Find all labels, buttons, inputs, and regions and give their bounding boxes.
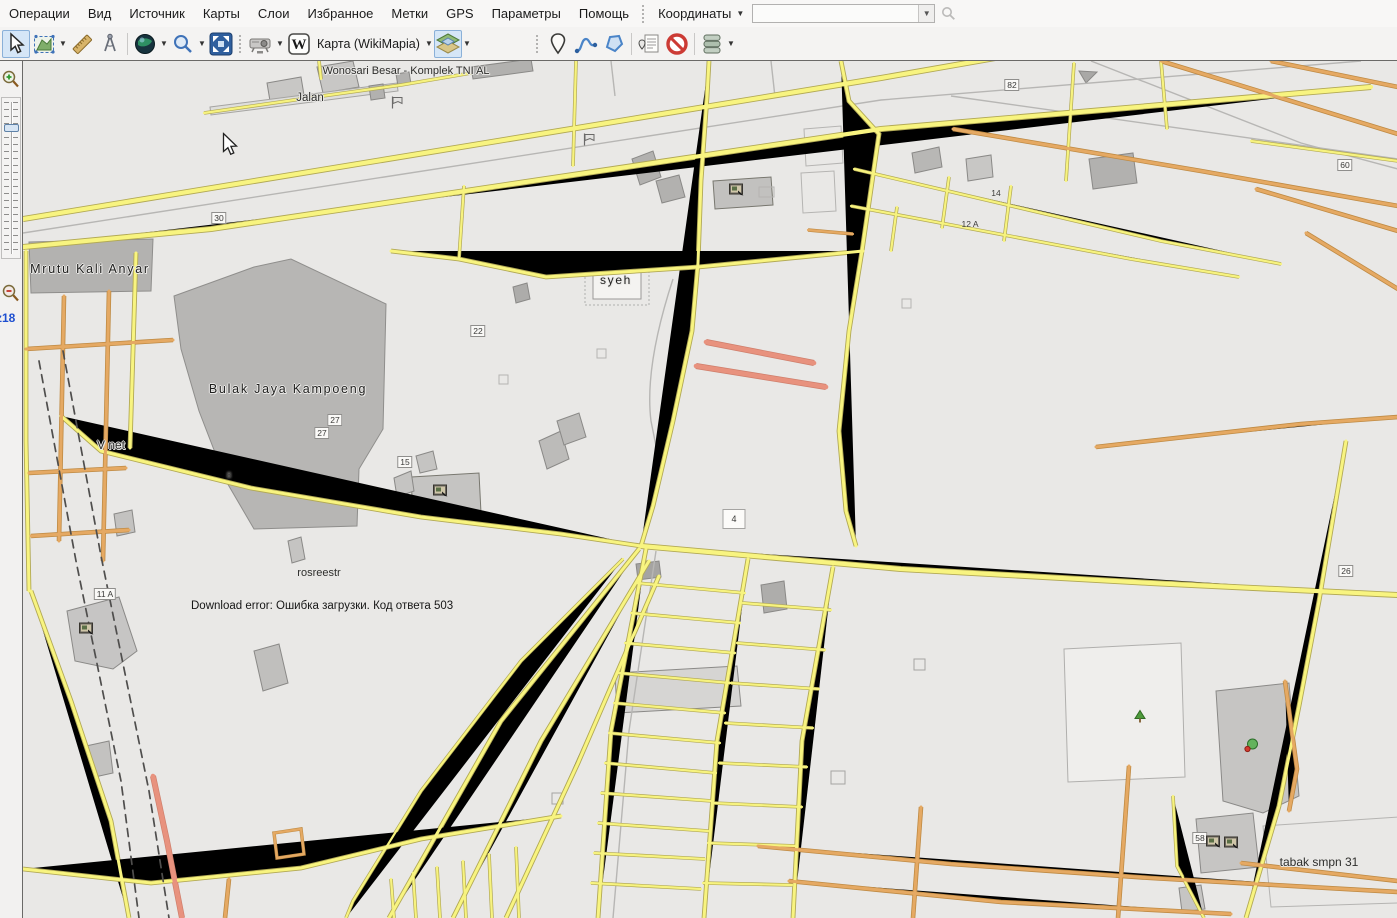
menu-operations[interactable]: Операции: [0, 1, 79, 26]
map-canvas[interactable]: Wonosari Besar - Komplek TNI ALJalanMrut…: [22, 61, 1397, 918]
select-cursor-button[interactable]: [2, 30, 30, 58]
cache-download-button[interactable]: [698, 30, 726, 58]
zoom-in-icon[interactable]: [1, 69, 21, 91]
green-pin-icon[interactable]: [1244, 738, 1259, 758]
search-icon[interactable]: [941, 6, 956, 21]
menu-help[interactable]: Помощь: [570, 1, 638, 26]
map-base-layer: [23, 61, 1397, 918]
gps-dropdown-arrow[interactable]: ▼: [275, 39, 285, 48]
database-icon: [700, 32, 724, 56]
map-roads: [23, 61, 1397, 918]
flag-icon[interactable]: [582, 133, 596, 152]
layers-icon: [435, 32, 461, 56]
polygon-icon: [602, 32, 626, 56]
map-roads: [23, 61, 1397, 918]
toolbar-grip[interactable]: [536, 35, 540, 53]
toolbar-separator: [631, 33, 632, 55]
zoom-slider[interactable]: [1, 97, 21, 259]
coordinates-label: Координаты: [658, 6, 731, 21]
main-toolbar: ▼ ▼ ▼: [0, 27, 1397, 60]
camera-icon[interactable]: [1206, 835, 1222, 854]
slider-handle[interactable]: [4, 124, 19, 132]
layers-button[interactable]: [434, 30, 462, 58]
menu-favorites[interactable]: Избранное: [299, 1, 383, 26]
placemark-manager-button[interactable]: [635, 30, 663, 58]
globe-button[interactable]: [131, 30, 159, 58]
add-polygon-button[interactable]: [600, 30, 628, 58]
camera-icon[interactable]: [729, 183, 745, 202]
compass-button[interactable]: [96, 30, 124, 58]
menu-source[interactable]: Источник: [120, 1, 194, 26]
toolbar-separator: [694, 33, 695, 55]
tree-icon[interactable]: [1134, 710, 1146, 729]
selection-dropdown-arrow[interactable]: ▼: [58, 39, 68, 48]
placemark-list-icon: [637, 32, 661, 56]
camera-icon[interactable]: [79, 622, 95, 641]
coordinates-dropdown[interactable]: Координаты ▼: [650, 2, 752, 25]
fullscreen-icon: [209, 32, 233, 56]
active-map-label: Карта (WikiMapia): [313, 37, 424, 51]
ruler-button[interactable]: [68, 30, 96, 58]
toolbar-grip[interactable]: [642, 5, 646, 23]
wikipedia-w-icon: W: [287, 32, 311, 56]
map-gray-paths: [23, 61, 1397, 918]
menu-bar: Операции Вид Источник Карты Слои Избранн…: [0, 0, 1397, 27]
add-placemark-button[interactable]: [544, 30, 572, 58]
combobox-arrow-icon[interactable]: ▼: [918, 5, 934, 22]
map-dropdown-arrow[interactable]: ▼: [424, 39, 434, 48]
zoom-dropdown-arrow[interactable]: ▼: [197, 39, 207, 48]
globe-icon: [133, 32, 157, 56]
zoom-tool-button[interactable]: [169, 30, 197, 58]
globe-dropdown-arrow[interactable]: ▼: [159, 39, 169, 48]
placemark-pin-icon: [547, 32, 569, 56]
camera-icon[interactable]: [1224, 836, 1240, 855]
chevron-down-icon: ▼: [736, 10, 744, 18]
menu-gps[interactable]: GPS: [437, 1, 482, 26]
toolbar-separator: [127, 33, 128, 55]
menu-view[interactable]: Вид: [79, 1, 121, 26]
coordinates-combobox[interactable]: ▼: [752, 4, 935, 23]
flag-icon[interactable]: [390, 96, 404, 115]
svg-text:W: W: [292, 37, 307, 53]
no-entry-icon: [665, 32, 689, 56]
gps-device-button[interactable]: [247, 30, 275, 58]
magnifier-icon: [171, 32, 195, 56]
wikimapia-button[interactable]: W: [285, 30, 313, 58]
cursor-icon: [5, 32, 27, 56]
cache-dropdown-arrow[interactable]: ▼: [726, 39, 736, 48]
selection-manager-button[interactable]: [30, 30, 58, 58]
hide-placemarks-button[interactable]: [663, 30, 691, 58]
toolbar-grip[interactable]: [239, 35, 243, 53]
zoom-sidebar: z18: [0, 61, 22, 918]
map-frame: z18: [0, 60, 1397, 917]
coordinates-input[interactable]: [753, 5, 918, 22]
layers-dropdown-arrow[interactable]: ▼: [462, 39, 472, 48]
compass-divider-icon: [98, 32, 122, 56]
menu-layers[interactable]: Слои: [249, 1, 299, 26]
gps-device-icon: [248, 32, 274, 56]
zoom-out-icon[interactable]: [1, 283, 21, 305]
ruler-icon: [70, 32, 94, 56]
add-path-button[interactable]: [572, 30, 600, 58]
camera-icon[interactable]: [433, 484, 449, 503]
zoom-level-label: z18: [0, 311, 15, 325]
fullscreen-button[interactable]: [207, 30, 235, 58]
menu-placemarks[interactable]: Метки: [382, 1, 437, 26]
menu-maps[interactable]: Карты: [194, 1, 249, 26]
menu-parameters[interactable]: Параметры: [483, 1, 570, 26]
route-path-icon: [574, 32, 598, 56]
selection-tool-icon: [32, 32, 56, 56]
